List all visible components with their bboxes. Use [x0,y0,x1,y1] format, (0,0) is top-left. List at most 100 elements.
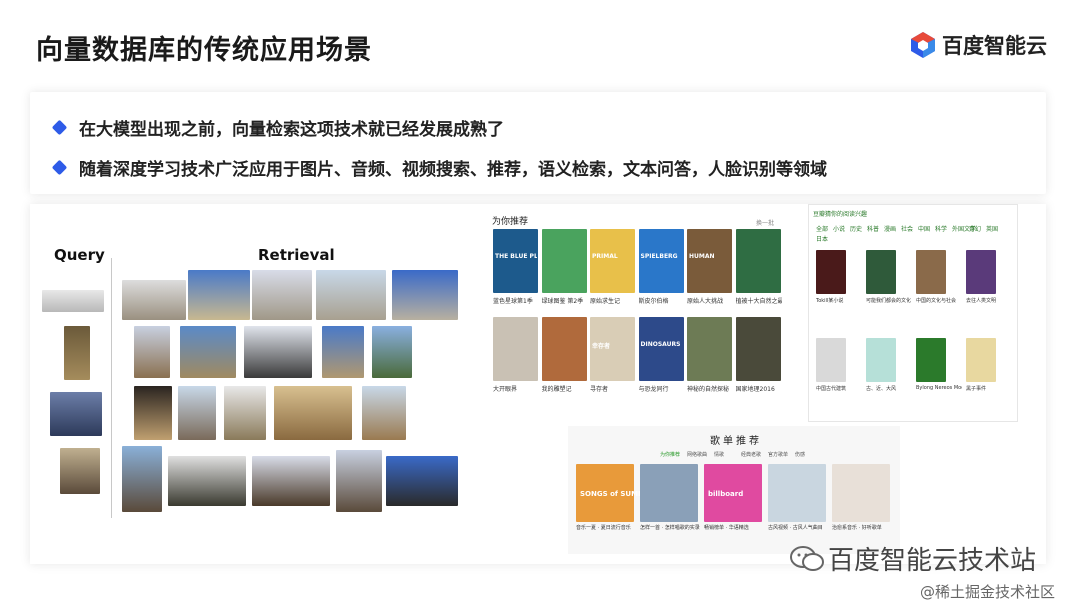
book-title[interactable]: 去往人类文明 [966,297,1012,304]
cover-text: billboard [708,490,744,498]
watermark-text: 百度智能云技术站 [828,546,1037,576]
playlist-title[interactable]: 畅销榜单 · 华语精选 [704,524,764,531]
retrieval-image [336,450,382,512]
video-cover[interactable]: DINOSAURS [638,317,684,381]
video-cover[interactable] [735,317,781,381]
song-tab[interactable]: 官方歌单 [768,451,788,458]
book-tab[interactable]: 科普 [867,224,879,233]
bullet-text: 随着深度学习技术广泛应用于图片、音频、视频搜索、推荐，语义检索，文本问答，人脸识… [79,159,827,180]
song-tab[interactable]: 为你推荐 [660,451,680,458]
playlist-title[interactable]: 音乐一夏 · 夏日流行音乐 [576,524,636,531]
book-title[interactable]: Bylong Nereos Models [916,385,962,391]
video-cover[interactable]: HUMAN [687,229,732,293]
video-cover[interactable] [493,317,538,381]
bullet-box: 在大模型出现之前，向量检索这项技术就已经发展成熟了 随着深度学习技术广泛应用于图… [30,92,1046,194]
retrieval-image [252,456,330,506]
video-title[interactable]: 原始求生记 [590,296,636,305]
song-tab[interactable]: 经典老歌 [741,451,761,458]
book-cover[interactable] [866,250,896,294]
divider [111,258,112,518]
query-image [64,326,90,380]
book-title[interactable]: 中国的文化与社会 [916,297,962,304]
song-tab[interactable]: 伤感 [795,451,805,458]
playlist-cover[interactable] [832,464,890,522]
book-cover[interactable] [916,250,946,294]
book-cover[interactable] [816,338,846,382]
song-tab[interactable]: 情歌 [714,451,724,458]
video-cover[interactable] [735,229,781,293]
book-cover[interactable] [866,338,896,382]
video-cover[interactable]: THE BLUE PLANET [493,229,538,293]
book-tab[interactable]: 日本 [816,234,828,243]
video-title[interactable]: 原始人大挑战 [687,296,733,305]
video-title[interactable]: 斯皮尔伯格 [639,296,685,305]
playlist-cover[interactable] [640,464,698,522]
book-tab[interactable]: 漫画 [884,224,896,233]
book-cover[interactable] [966,338,996,382]
cover-text: 幸存者 [592,343,611,350]
retrieval-image [322,326,364,378]
cover-text: SPIELBERG [640,253,678,260]
book-tab[interactable]: 小说 [833,224,845,233]
retrieval-image [134,326,170,378]
retrieval-image [168,456,246,506]
video-cover[interactable]: SPIELBERG [638,229,684,293]
playlist-title[interactable]: 怎样一首 · 怎样唱歌的实录 [640,524,700,531]
retrieval-image [372,326,412,378]
retrieval-image [134,386,172,440]
video-title[interactable]: 与恐龙同行 [639,384,685,393]
video-title[interactable]: 我的雕塑记 [542,384,588,393]
video-title[interactable]: 神秘的自然探秘 [687,384,733,393]
video-title[interactable]: 国家地理2016 [736,384,782,393]
cover-text: HUMAN [689,253,715,260]
video-cover[interactable] [541,317,587,381]
book-tab[interactable]: 历史 [850,224,862,233]
cover-text: PRIMAL [592,253,618,260]
slide-title: 向量数据库的传统应用场景 [36,35,372,66]
book-cover[interactable] [966,250,996,294]
playlist-title[interactable]: 治愈系音乐 · 好听歌单 [832,524,892,531]
retrieval-image [316,270,386,320]
song-tab[interactable]: 网络歌曲 [687,451,707,458]
video-cover[interactable] [541,229,587,293]
video-title[interactable]: 寻存者 [590,384,636,393]
watermark-secondary: @稀土掘金技术社区 [920,583,1056,601]
video-cover[interactable] [687,317,732,381]
query-label: Query [54,246,105,264]
playlist-cover[interactable]: SONGS of SUMMER [576,464,655,522]
book-tab[interactable]: 中国 [918,224,930,233]
book-rec-title: 豆瓣猜你的阅读兴趣 [813,211,868,218]
brand-name: 百度智能云 [942,34,1047,58]
retrieval-image [274,386,352,440]
book-cover[interactable] [916,338,946,382]
video-title[interactable]: 植被十大自然之最 [736,296,782,305]
book-tab[interactable]: 科学 [935,224,947,233]
cover-text: DINOSAURS [640,341,681,348]
book-title[interactable]: 古、近、大风 [866,385,912,392]
playlist-title[interactable]: 古风视频 · 古风人气曲目 [768,524,828,531]
bullet-text: 在大模型出现之前，向量检索这项技术就已经发展成熟了 [79,119,504,140]
book-title[interactable]: 中国古代建筑 [816,385,862,392]
retrieval-image [252,270,312,320]
video-cover[interactable]: PRIMAL [590,229,635,293]
bullet-item: 在大模型出现之前，向量检索这项技术就已经发展成熟了 [51,112,1022,142]
refresh-link[interactable]: 换一批 [756,218,774,227]
retrieval-image [224,386,266,440]
book-tab[interactable]: 社会 [901,224,913,233]
video-rec-title: 为你推荐 [492,217,529,227]
playlist-cover[interactable] [768,464,826,522]
video-cover[interactable]: 幸存者 [590,317,635,381]
book-tab[interactable]: 英国 [986,224,998,233]
book-title[interactable]: 黑子事件 [966,385,1012,392]
book-tab[interactable]: 全部 [816,224,828,233]
playlist-cover[interactable]: billboard [704,464,762,522]
video-title[interactable]: 蓝色星球第1季 [493,296,539,305]
retrieval-image [392,270,458,320]
video-title[interactable]: 绿球图鉴 第2季 [542,296,588,305]
video-title[interactable]: 大开眼界 [493,384,539,393]
retrieval-label: Retrieval [258,246,335,264]
book-title[interactable]: Tokill某小说 [816,297,862,304]
book-tab[interactable]: 奇幻 [969,224,981,233]
book-cover[interactable] [816,250,846,294]
book-title[interactable]: 可能我们都会的文化 [866,297,912,304]
